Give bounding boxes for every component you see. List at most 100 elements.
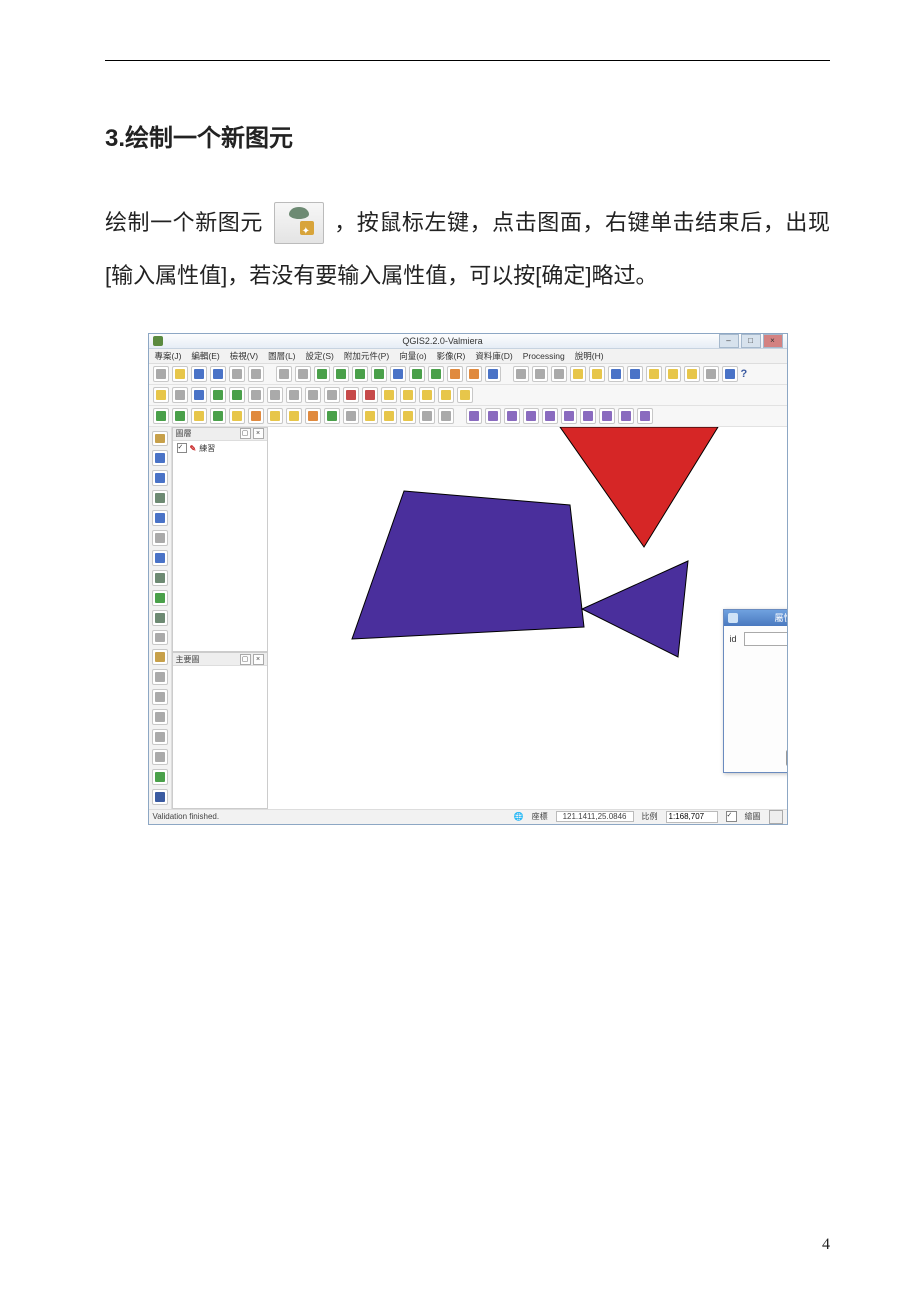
- add-wfs-icon[interactable]: [152, 590, 168, 606]
- tb3-c-icon[interactable]: [191, 408, 207, 424]
- tb3-k-icon[interactable]: [343, 408, 359, 424]
- help-icon[interactable]: ?: [741, 368, 748, 380]
- field-calc-icon[interactable]: [589, 366, 605, 382]
- node-tool-icon[interactable]: [248, 387, 264, 403]
- pan-selection-icon[interactable]: [295, 366, 311, 382]
- new-bookmark-icon[interactable]: [684, 366, 700, 382]
- add-csv-icon[interactable]: [152, 610, 168, 626]
- menu-processing[interactable]: Processing: [523, 351, 565, 361]
- new-vector-icon[interactable]: [152, 630, 168, 646]
- panel-dock-icon[interactable]: ▢: [240, 428, 251, 439]
- tb3-h-icon[interactable]: [286, 408, 302, 424]
- menu-project[interactable]: 專案(J): [155, 350, 182, 362]
- select-icon[interactable]: [532, 366, 548, 382]
- add-mssql-icon[interactable]: [152, 510, 168, 526]
- simplify-icon[interactable]: [381, 387, 397, 403]
- tb3-f-icon[interactable]: [248, 408, 264, 424]
- text-annotation-icon[interactable]: [703, 366, 719, 382]
- tb3-m-icon[interactable]: [381, 408, 397, 424]
- menu-database[interactable]: 資料庫(D): [475, 350, 512, 362]
- manage-layers-icon[interactable]: [152, 789, 168, 805]
- refresh-2-icon[interactable]: [485, 366, 501, 382]
- form-annotation-icon[interactable]: [722, 366, 738, 382]
- print-composer-icon[interactable]: [229, 366, 245, 382]
- ok-button[interactable]: 確定: [786, 750, 787, 766]
- panel-dock-icon[interactable]: ▢: [240, 654, 251, 665]
- zoom-next-icon[interactable]: [447, 366, 463, 382]
- zoom-selection-icon[interactable]: [390, 366, 406, 382]
- tb3-i-icon[interactable]: [305, 408, 321, 424]
- save-project-icon[interactable]: [191, 366, 207, 382]
- tb3-s-icon[interactable]: [504, 408, 520, 424]
- menu-plugins[interactable]: 附加元件(P): [344, 350, 389, 362]
- menu-help[interactable]: 說明(H): [575, 350, 604, 362]
- zoom-full-icon[interactable]: [371, 366, 387, 382]
- tb3-w-icon[interactable]: [580, 408, 596, 424]
- pan-icon[interactable]: [276, 366, 292, 382]
- render-checkbox[interactable]: [726, 811, 737, 822]
- tb3-b-icon[interactable]: [172, 408, 188, 424]
- open-project-icon[interactable]: [172, 366, 188, 382]
- panel-close-icon[interactable]: ×: [253, 654, 264, 665]
- menu-layer[interactable]: 圖層(L): [268, 350, 295, 362]
- measure-area-icon[interactable]: [627, 366, 643, 382]
- layer-row[interactable]: ✎ 練習: [177, 443, 263, 454]
- add-spatialite-icon[interactable]: [152, 490, 168, 506]
- cut-feature-icon[interactable]: [286, 387, 302, 403]
- bookmark-icon[interactable]: [665, 366, 681, 382]
- show-all-icon[interactable]: [152, 749, 168, 765]
- crs-button[interactable]: [769, 810, 783, 824]
- composer-manager-icon[interactable]: [248, 366, 264, 382]
- minimize-button[interactable]: –: [719, 334, 739, 348]
- zoom-native-icon[interactable]: [352, 366, 368, 382]
- zoom-last-icon[interactable]: [428, 366, 444, 382]
- maximize-button[interactable]: □: [741, 334, 761, 348]
- tb3-q-icon[interactable]: [466, 408, 482, 424]
- add-vector-icon[interactable]: [152, 431, 168, 447]
- redo-icon[interactable]: [362, 387, 378, 403]
- tb3-p-icon[interactable]: [438, 408, 454, 424]
- zoom-in-icon[interactable]: [314, 366, 330, 382]
- new-project-icon[interactable]: [153, 366, 169, 382]
- tb3-t-icon[interactable]: [523, 408, 539, 424]
- toggle-edit-icon[interactable]: [153, 387, 169, 403]
- tb3-n-icon[interactable]: [400, 408, 416, 424]
- zoom-layer-icon[interactable]: [409, 366, 425, 382]
- add-postgis-icon[interactable]: [152, 470, 168, 486]
- add-oracle-icon[interactable]: [152, 530, 168, 546]
- menu-vector[interactable]: 向量(o): [399, 350, 426, 362]
- add-ring-icon[interactable]: [400, 387, 416, 403]
- save-all-edits-icon[interactable]: [191, 387, 207, 403]
- panel-close-icon[interactable]: ×: [253, 428, 264, 439]
- menu-settings[interactable]: 設定(S): [306, 350, 334, 362]
- copy-feature-icon[interactable]: [305, 387, 321, 403]
- open-table-icon[interactable]: [570, 366, 586, 382]
- tb3-r-icon[interactable]: [485, 408, 501, 424]
- remove-layer-icon[interactable]: [152, 689, 168, 705]
- paste-feature-icon[interactable]: [324, 387, 340, 403]
- deselect-icon[interactable]: [551, 366, 567, 382]
- undo-icon[interactable]: [343, 387, 359, 403]
- add-part-icon[interactable]: [419, 387, 435, 403]
- overview-icon[interactable]: [152, 729, 168, 745]
- tb3-z-icon[interactable]: [637, 408, 653, 424]
- add-wms-icon[interactable]: [152, 550, 168, 566]
- tb3-j-icon[interactable]: [324, 408, 340, 424]
- tb3-d-icon[interactable]: [210, 408, 226, 424]
- refresh-icon[interactable]: [466, 366, 482, 382]
- delete-selected-icon[interactable]: [267, 387, 283, 403]
- tb3-u-icon[interactable]: [542, 408, 558, 424]
- delete-part-icon[interactable]: [457, 387, 473, 403]
- layer-visibility-checkbox[interactable]: [177, 443, 187, 453]
- save-as-icon[interactable]: [210, 366, 226, 382]
- hide-all-icon[interactable]: [152, 769, 168, 785]
- add-feature-toolbar-icon[interactable]: [210, 387, 226, 403]
- menu-edit[interactable]: 編輯(E): [191, 350, 219, 362]
- save-edits-icon[interactable]: [172, 387, 188, 403]
- add-wcs-icon[interactable]: [152, 570, 168, 586]
- map-canvas[interactable]: 屬性 - 練習 ? × id: [268, 427, 787, 809]
- tb3-l-icon[interactable]: [362, 408, 378, 424]
- menu-raster[interactable]: 影像(R): [437, 350, 466, 362]
- tb3-g-icon[interactable]: [267, 408, 283, 424]
- scale-input[interactable]: [666, 811, 718, 823]
